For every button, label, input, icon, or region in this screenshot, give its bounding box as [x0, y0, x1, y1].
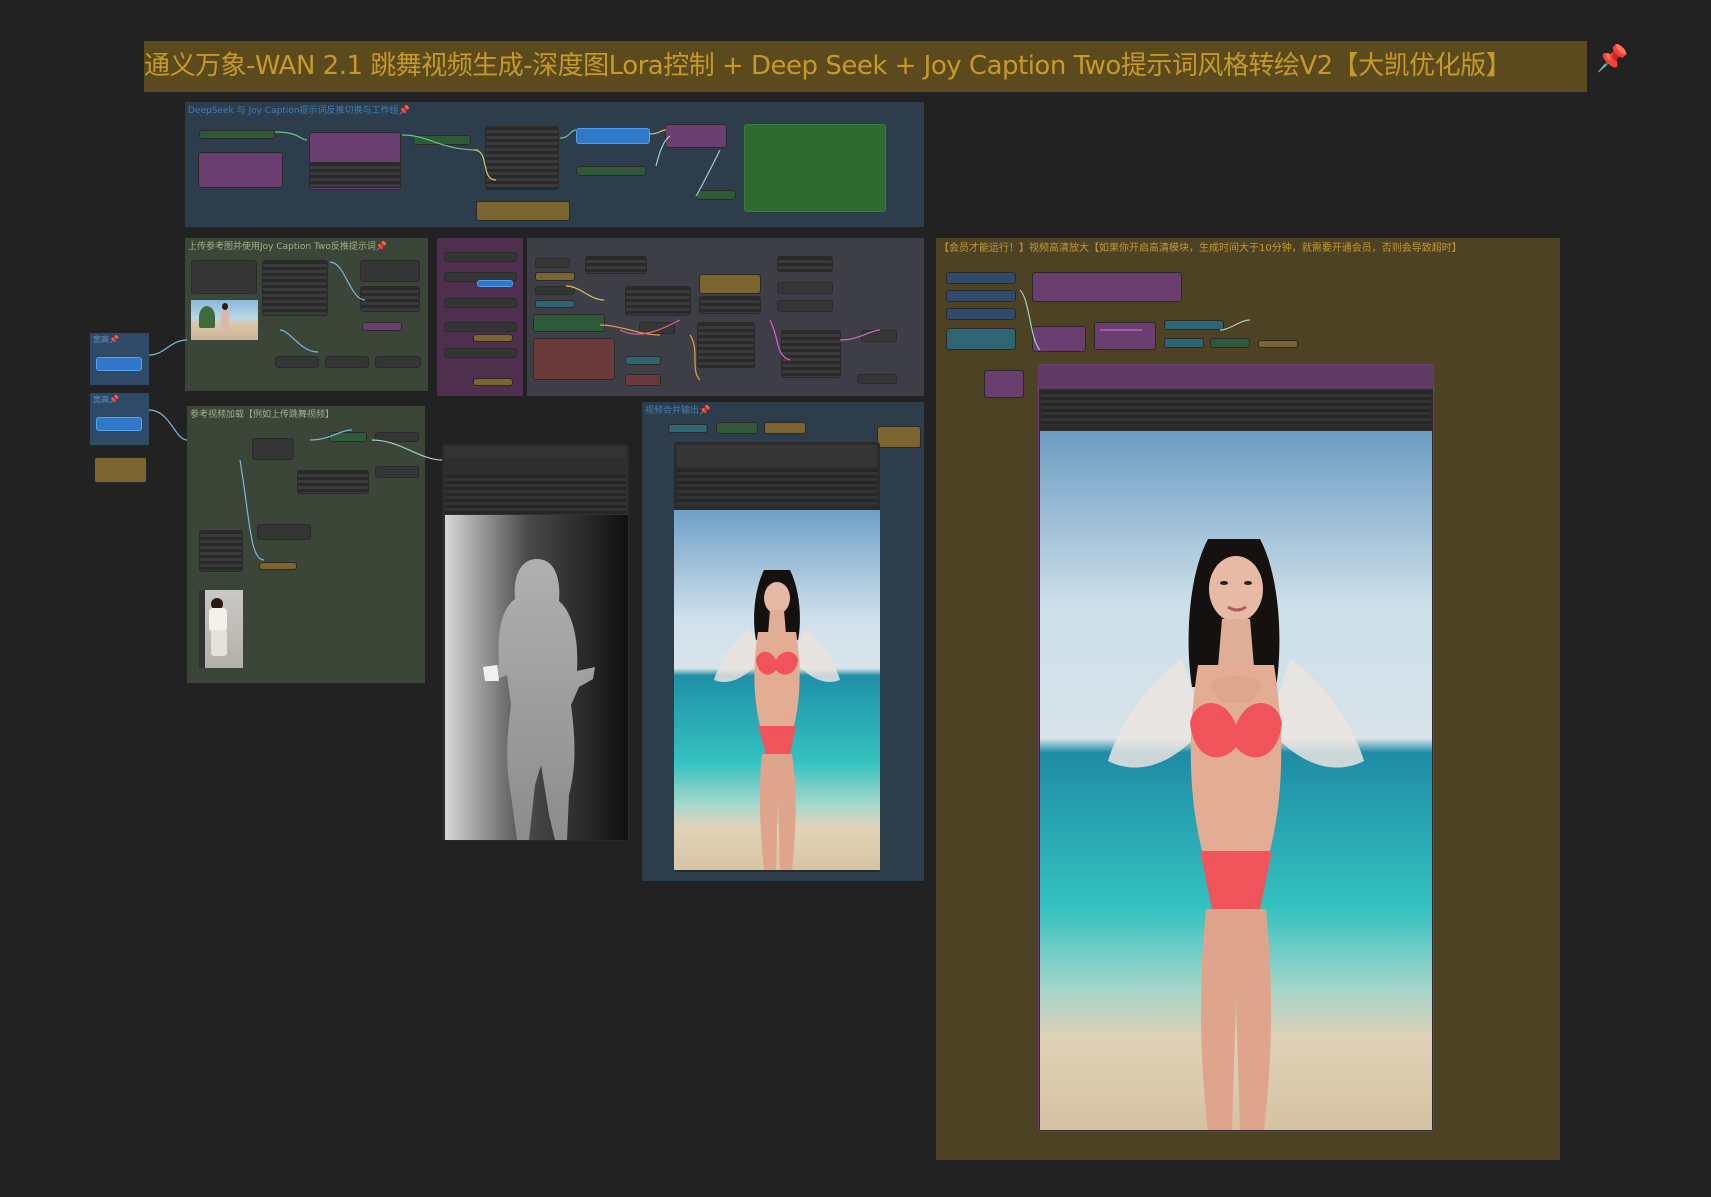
node[interactable] [861, 330, 897, 342]
node[interactable] [375, 466, 419, 478]
node[interactable] [625, 286, 691, 316]
node[interactable] [362, 322, 402, 331]
node[interactable] [777, 256, 833, 272]
node[interactable] [309, 162, 401, 188]
node[interactable] [877, 426, 921, 448]
group-title: DeepSeek 与 Joy Caption提示词反推切换与工作组📌 [188, 106, 410, 116]
node[interactable] [485, 126, 559, 190]
node[interactable] [96, 417, 142, 431]
node[interactable] [275, 356, 319, 368]
node[interactable] [535, 286, 575, 295]
node[interactable] [96, 357, 142, 371]
workflow-title[interactable]: 通义万象-WAN 2.1 跳舞视频生成-深度图Lora控制 + Deep See… [144, 41, 1587, 92]
node[interactable] [262, 260, 328, 316]
node[interactable] [325, 356, 369, 368]
upscaled-video-preview[interactable] [1040, 431, 1432, 1130]
node[interactable] [444, 322, 517, 332]
node[interactable] [639, 322, 675, 334]
node[interactable] [697, 322, 755, 368]
node[interactable] [413, 135, 471, 145]
node[interactable] [1164, 338, 1204, 348]
reference-video-thumbnail[interactable] [199, 590, 243, 668]
group-side-a[interactable]: 宽高📌 [90, 333, 149, 385]
group-title: 参考视频加载【例如上传跳舞视频】 [190, 410, 335, 420]
node[interactable] [668, 424, 708, 433]
node[interactable] [1164, 320, 1224, 330]
node[interactable] [1094, 322, 1156, 350]
node[interactable] [777, 300, 833, 312]
depth-preview-node[interactable] [442, 444, 629, 841]
node[interactable] [716, 422, 758, 434]
node[interactable] [946, 272, 1016, 284]
node[interactable] [1210, 338, 1250, 348]
node[interactable] [699, 274, 761, 294]
node[interactable] [535, 272, 575, 281]
node[interactable] [946, 290, 1016, 302]
node[interactable] [259, 562, 297, 570]
group-upscale[interactable]: 【会员才能运行！】视频高清放大【如果你开启高清模块，生成时间大于10分钟，就需要… [936, 238, 1560, 1160]
node[interactable] [585, 256, 647, 274]
node[interactable] [297, 470, 369, 494]
group-title: 宽高📌 [93, 395, 119, 404]
group-title: 上传参考图并使用Joy Caption Two反推提示词📌 [188, 242, 388, 252]
node[interactable] [625, 374, 661, 386]
node[interactable] [946, 308, 1016, 320]
group-video-merge[interactable]: 视频合并输出📌 [642, 402, 924, 881]
node[interactable] [764, 422, 806, 434]
node[interactable] [535, 300, 575, 308]
pin-icon[interactable]: 📌 [1596, 44, 1628, 74]
note-node[interactable] [94, 457, 147, 483]
node[interactable] [360, 260, 420, 282]
node[interactable] [444, 348, 517, 358]
node[interactable] [375, 432, 419, 442]
node[interactable] [199, 530, 243, 572]
node[interactable] [473, 378, 513, 386]
node[interactable] [665, 124, 727, 148]
node[interactable] [473, 334, 513, 342]
node[interactable] [781, 330, 841, 378]
group-sampler[interactable] [527, 238, 924, 396]
group-deepseek[interactable]: DeepSeek 与 Joy Caption提示词反推切换与工作组📌 [185, 102, 924, 227]
group-title: 宽高📌 [93, 335, 119, 344]
node[interactable] [984, 370, 1024, 398]
node[interactable] [535, 258, 570, 268]
node[interactable] [699, 296, 761, 314]
node[interactable] [191, 260, 257, 294]
group-ref-video[interactable]: 参考视频加载【例如上传跳舞视频】 [187, 406, 425, 683]
group-side-b[interactable]: 宽高📌 [90, 393, 149, 445]
node[interactable] [1032, 326, 1086, 352]
node[interactable] [777, 282, 833, 294]
reference-image-thumbnail[interactable] [191, 300, 258, 340]
node[interactable] [257, 524, 311, 540]
node[interactable] [625, 356, 661, 365]
group-title: 【会员才能运行！】视频高清放大【如果你开启高清模块，生成时间大于10分钟，就需要… [939, 243, 1462, 254]
node[interactable] [198, 152, 283, 188]
output-video-preview[interactable] [674, 510, 880, 870]
node[interactable] [476, 201, 570, 221]
node[interactable] [477, 280, 513, 287]
node[interactable] [696, 190, 736, 200]
node[interactable] [1258, 340, 1298, 348]
group-title: 视频合并输出📌 [645, 406, 711, 416]
node[interactable] [199, 130, 275, 139]
node[interactable] [857, 374, 897, 384]
node[interactable] [1032, 272, 1182, 302]
group-upload-ref[interactable]: 上传参考图并使用Joy Caption Two反推提示词📌 [185, 238, 428, 391]
node[interactable] [252, 438, 294, 460]
depth-map-image[interactable] [445, 515, 628, 840]
node[interactable] [533, 338, 615, 380]
node[interactable] [533, 314, 605, 332]
node[interactable] [444, 298, 517, 308]
node[interactable] [576, 166, 646, 176]
node[interactable] [444, 252, 517, 262]
node[interactable] [375, 356, 421, 368]
node[interactable] [360, 286, 420, 312]
node[interactable] [946, 328, 1016, 350]
node[interactable] [576, 128, 650, 144]
group-purple[interactable] [437, 238, 523, 396]
preview-node[interactable] [744, 124, 886, 212]
node[interactable] [329, 432, 367, 442]
